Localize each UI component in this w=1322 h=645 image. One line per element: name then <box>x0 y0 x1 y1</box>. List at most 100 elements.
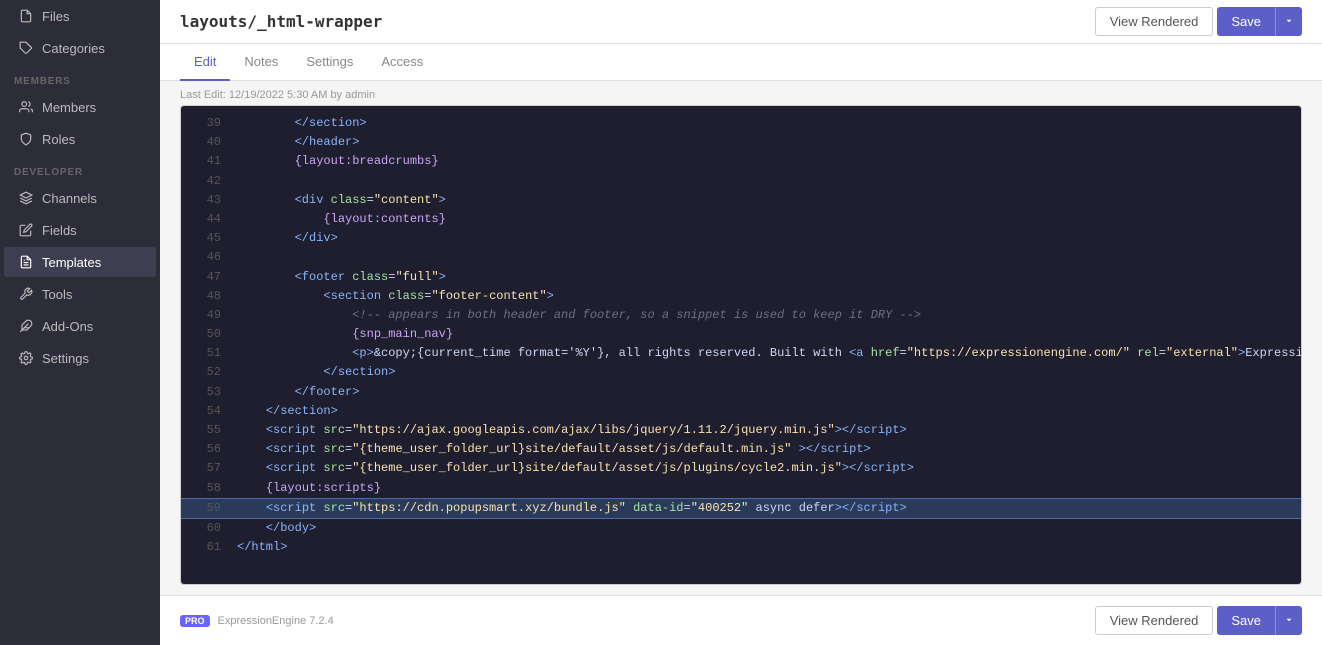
line-number: 56 <box>193 440 221 459</box>
save-dropdown-button-bottom[interactable] <box>1275 606 1302 635</box>
table-row: 43 <div class="content"> <box>181 191 1301 210</box>
table-row: 57 <script src="{theme_user_folder_url}s… <box>181 459 1301 478</box>
line-number: 43 <box>193 191 221 210</box>
line-content: <section class="footer-content"> <box>237 287 554 306</box>
wrench-icon <box>18 286 34 302</box>
table-row: 40 </header> <box>181 133 1301 152</box>
line-number: 61 <box>193 538 221 557</box>
table-row: 45 </div> <box>181 229 1301 248</box>
table-row: 55 <script src="https://ajax.googleapis.… <box>181 421 1301 440</box>
line-number: 41 <box>193 152 221 171</box>
users-icon <box>18 99 34 115</box>
gear-icon <box>18 350 34 366</box>
line-content: <!-- appears in both header and footer, … <box>237 306 921 325</box>
line-content: <script src="{theme_user_folder_url}site… <box>237 440 871 459</box>
sidebar-templates-item[interactable]: Templates <box>4 247 156 277</box>
sidebar-roles-item[interactable]: Roles <box>4 124 156 154</box>
table-row: 59 <script src="https://cdn.popupsmart.x… <box>180 498 1302 519</box>
tab-access[interactable]: Access <box>367 44 437 81</box>
sidebar-categories-label: Categories <box>42 41 105 56</box>
sidebar-fields-item[interactable]: Fields <box>4 215 156 245</box>
line-number: 40 <box>193 133 221 152</box>
line-content: </section> <box>237 363 395 382</box>
view-rendered-button-bottom[interactable]: View Rendered <box>1095 606 1214 635</box>
line-content: </header> <box>237 133 359 152</box>
line-number: 58 <box>193 479 221 498</box>
sidebar-files-item[interactable]: Files <box>4 1 156 31</box>
table-row: 58 {layout:scripts} <box>181 479 1301 498</box>
line-number: 52 <box>193 363 221 382</box>
edit-icon <box>18 222 34 238</box>
sidebar-settings-label: Settings <box>42 351 89 366</box>
line-number: 39 <box>193 114 221 133</box>
sidebar: Files Categories Members Members Roles D… <box>0 0 160 645</box>
page-header: layouts/_html-wrapper View Rendered Save <box>160 0 1322 44</box>
sidebar-categories-item[interactable]: Categories <box>4 33 156 63</box>
tab-edit[interactable]: Edit <box>180 44 230 81</box>
line-content: <p>&copy;{current_time format='%Y'}, all… <box>237 344 1302 363</box>
table-row: 61 </html> <box>181 538 1301 557</box>
line-content: <div class="content"> <box>237 191 446 210</box>
line-content: {layout:scripts} <box>237 479 381 498</box>
last-edit-text: Last Edit: 12/19/2022 5:30 AM by admin <box>160 81 1322 105</box>
tab-notes[interactable]: Notes <box>230 44 292 81</box>
sidebar-members-item[interactable]: Members <box>4 92 156 122</box>
line-content: <script src="{theme_user_folder_url}site… <box>237 459 914 478</box>
table-row: 48 <section class="footer-content"> <box>181 287 1301 306</box>
footer-branding: PRO ExpressionEngine 7.2.4 <box>180 615 334 627</box>
sidebar-tools-label: Tools <box>42 287 72 302</box>
table-row: 46 <box>181 248 1301 267</box>
sidebar-roles-label: Roles <box>42 132 75 147</box>
developer-section-label: Developer <box>0 155 160 182</box>
sidebar-channels-label: Channels <box>42 191 97 206</box>
table-row: 47 <footer class="full"> <box>181 268 1301 287</box>
line-content: <script src="https://ajax.googleapis.com… <box>237 421 907 440</box>
line-number: 50 <box>193 325 221 344</box>
members-section-label: Members <box>0 64 160 91</box>
table-row: 52 </section> <box>181 363 1301 382</box>
tab-bar: Edit Notes Settings Access <box>160 44 1322 81</box>
line-number: 57 <box>193 459 221 478</box>
line-number: 47 <box>193 268 221 287</box>
table-row: 60 </body> <box>181 519 1301 538</box>
table-row: 39 </section> <box>181 114 1301 133</box>
code-editor[interactable]: 39 </section>40 </header>41 {layout:brea… <box>180 105 1302 585</box>
line-content: </html> <box>237 538 287 557</box>
table-row: 49 <!-- appears in both header and foote… <box>181 306 1301 325</box>
page-title: layouts/_html-wrapper <box>180 12 382 31</box>
line-content: <script src="https://cdn.popupsmart.xyz/… <box>237 499 907 518</box>
line-number: 55 <box>193 421 221 440</box>
line-number: 45 <box>193 229 221 248</box>
save-button-top[interactable]: Save <box>1217 7 1275 36</box>
sidebar-addons-label: Add-Ons <box>42 319 93 334</box>
line-content: </section> <box>237 402 338 421</box>
tag-icon <box>18 40 34 56</box>
ee-version-num: 7.2.4 <box>309 615 333 627</box>
line-number: 48 <box>193 287 221 306</box>
table-row: 56 <script src="{theme_user_folder_url}s… <box>181 440 1301 459</box>
main-content: layouts/_html-wrapper View Rendered Save… <box>160 0 1322 645</box>
line-number: 49 <box>193 306 221 325</box>
line-number: 46 <box>193 248 221 267</box>
line-content: {snp_main_nav} <box>237 325 453 344</box>
footer-actions: View Rendered Save <box>1095 606 1302 635</box>
line-content: </div> <box>237 229 338 248</box>
sidebar-addons-item[interactable]: Add-Ons <box>4 311 156 341</box>
table-row: 42 <box>181 172 1301 191</box>
line-number: 51 <box>193 344 221 363</box>
table-row: 41 {layout:breadcrumbs} <box>181 152 1301 171</box>
save-dropdown-button-top[interactable] <box>1275 7 1302 36</box>
sidebar-channels-item[interactable]: Channels <box>4 183 156 213</box>
sidebar-tools-item[interactable]: Tools <box>4 279 156 309</box>
pro-badge: PRO <box>180 615 210 627</box>
view-rendered-button-top[interactable]: View Rendered <box>1095 7 1214 36</box>
ee-version: ExpressionEngine 7.2.4 <box>218 615 334 627</box>
tab-settings[interactable]: Settings <box>292 44 367 81</box>
table-row: 54 </section> <box>181 402 1301 421</box>
layers-icon <box>18 190 34 206</box>
save-button-bottom[interactable]: Save <box>1217 606 1275 635</box>
sidebar-settings-item[interactable]: Settings <box>4 343 156 373</box>
line-number: 42 <box>193 172 221 191</box>
file-icon <box>18 8 34 24</box>
line-content: <footer class="full"> <box>237 268 446 287</box>
